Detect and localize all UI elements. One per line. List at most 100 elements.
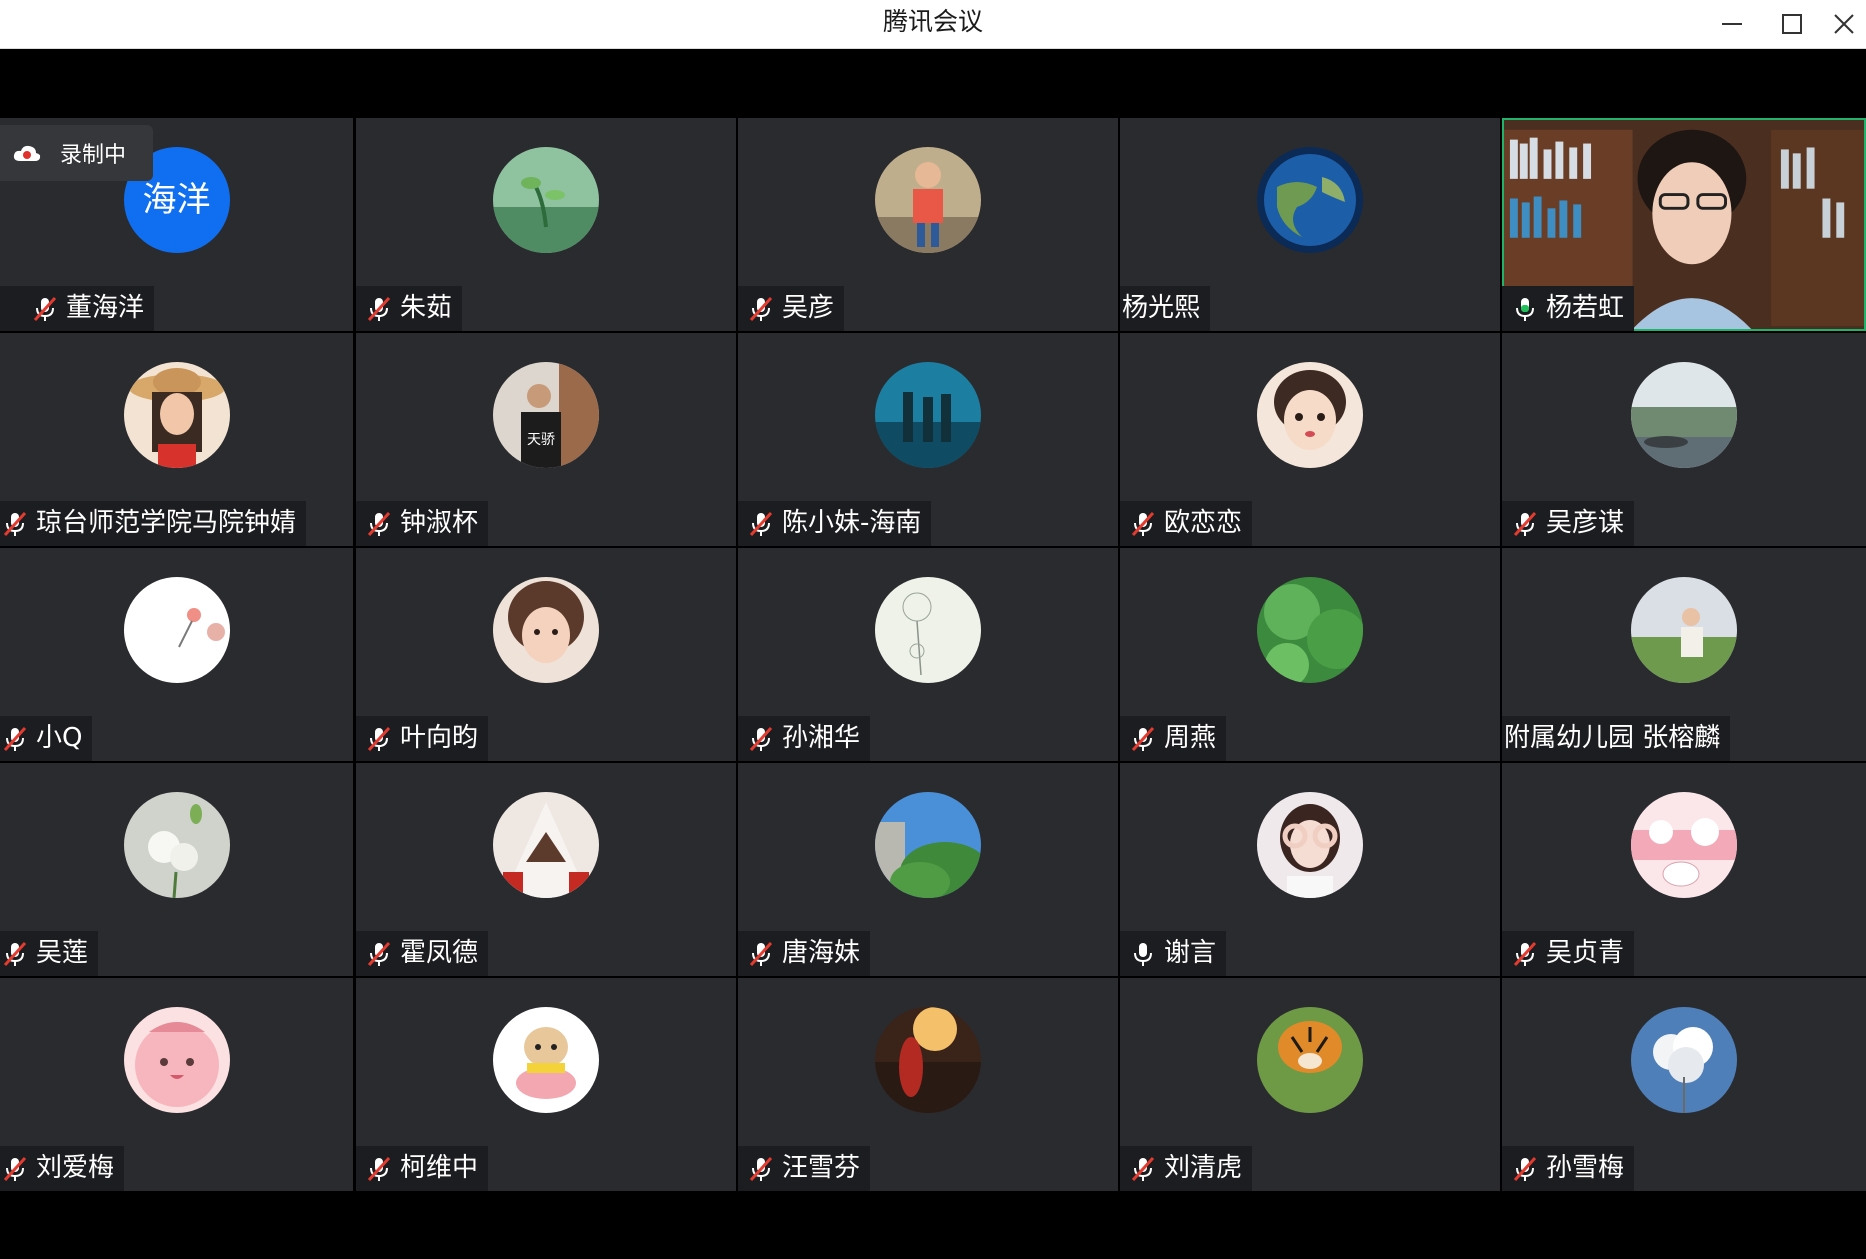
participant-tile[interactable]: 柯维中 (356, 978, 736, 1191)
participant-tile[interactable]: 吴贞青 (1502, 763, 1866, 976)
participant-name-bar: 霍凤德 (356, 931, 489, 976)
mic-status (0, 509, 30, 539)
close-button[interactable] (1822, 6, 1866, 40)
participant-tile[interactable]: 孙雪梅 (1502, 978, 1866, 1191)
mic-status (1128, 939, 1158, 969)
avatar-image (1631, 792, 1737, 898)
mic-muted-icon (1513, 1156, 1537, 1181)
participant-name-bar: 钟淑杯 (356, 501, 489, 546)
avatar (1257, 1007, 1363, 1113)
participant-name-bar: 琼台师范学院马院钟婧 (0, 501, 307, 546)
participant-name-bar: 朱茹 (356, 286, 463, 331)
avatar (493, 147, 599, 253)
avatar (875, 147, 981, 253)
mic-muted-icon (749, 1156, 773, 1181)
mic-muted-icon (3, 941, 27, 966)
recording-indicator[interactable]: 录制中 (0, 125, 153, 181)
participant-name: 陈小妹-海南 (782, 508, 922, 538)
avatar (1257, 362, 1363, 468)
participant-tile[interactable]: 吴彦谋 (1502, 333, 1866, 546)
avatar (123, 792, 230, 898)
mic-status (1128, 509, 1158, 539)
participant-name: 叶向昀 (400, 723, 479, 753)
maximize-button[interactable] (1770, 6, 1814, 40)
participant-tile[interactable]: 霍凤德 (356, 763, 736, 976)
avatar-image (493, 147, 599, 253)
participant-tile[interactable]: 叶向昀 (356, 548, 736, 761)
avatar (123, 362, 230, 468)
participant-tile[interactable]: 吴彦 (738, 118, 1118, 331)
mic-muted-icon (749, 941, 773, 966)
participant-tile[interactable]: 杨若虹 (1502, 118, 1866, 331)
avatar-image (1257, 1007, 1363, 1113)
minimize-button[interactable] (1710, 6, 1754, 40)
mic-active-icon (1516, 297, 1534, 321)
avatar-image (875, 147, 981, 253)
avatar-image (875, 577, 981, 683)
participant-tile[interactable]: 唐海妹 (738, 763, 1118, 976)
participant-name: 朱茹 (400, 293, 453, 323)
participant-name: 琼台师范学院马院钟婧 (36, 508, 297, 538)
mic-muted-icon (1131, 511, 1155, 536)
participant-name-bar: 吴莲 (0, 931, 99, 976)
participant-name: 孙湘华 (782, 723, 861, 753)
mic-muted-icon (3, 1156, 27, 1181)
avatar (1631, 577, 1737, 683)
participant-name: 吴彦谋 (1546, 508, 1625, 538)
participant-tile[interactable]: 周燕 (1120, 548, 1500, 761)
mic-status (746, 294, 776, 324)
mic-status (0, 939, 30, 969)
mic-muted-icon (367, 726, 391, 751)
mic-status (364, 1154, 394, 1184)
participant-name-bar: 欧恋恋 (1120, 501, 1253, 546)
participant-name: 唐海妹 (782, 938, 861, 968)
participant-name-bar: 杨光熙 (1120, 286, 1211, 331)
participant-tile[interactable]: 欧恋恋 (1120, 333, 1500, 546)
participant-name: 霍凤德 (400, 938, 479, 968)
participant-name-bar: 刘爱梅 (0, 1146, 125, 1191)
mic-muted-icon (367, 296, 391, 321)
mic-status (746, 509, 776, 539)
participant-name: 杨若虹 (1546, 293, 1625, 323)
participant-tile[interactable]: 陈小妹-海南 (738, 333, 1118, 546)
avatar-image (493, 792, 599, 898)
participant-name: 孙雪梅 (1546, 1153, 1625, 1183)
participant-name-bar: 刘清虎 (1120, 1146, 1253, 1191)
avatar (493, 792, 599, 898)
participant-tile[interactable]: 琼台师范学院马院钟婧 (0, 333, 353, 546)
avatar (875, 362, 981, 468)
participant-tile[interactable]: 孙湘华 (738, 548, 1118, 761)
avatar (1631, 1007, 1737, 1113)
window-title: 腾讯会议 (882, 7, 983, 36)
participant-tile[interactable]: 杨光熙 (1120, 118, 1500, 331)
avatar-image (493, 1007, 599, 1113)
participant-name: 汪雪芬 (782, 1153, 861, 1183)
mic-status (746, 1154, 776, 1184)
mic-status (364, 294, 394, 324)
participant-tile[interactable]: 附属幼儿园 张榕麟 (1502, 548, 1866, 761)
participant-tile[interactable]: 汪雪芬 (738, 978, 1118, 1191)
avatar (1631, 792, 1737, 898)
participant-name-bar: 孙雪梅 (1502, 1146, 1635, 1191)
participant-tile[interactable]: 朱茹 (356, 118, 736, 331)
avatar (1631, 362, 1737, 468)
participant-tile[interactable]: 小Q (0, 548, 353, 761)
avatar-image (875, 1007, 981, 1113)
participant-tile[interactable]: 刘清虎 (1120, 978, 1500, 1191)
participant-tile[interactable]: 吴莲 (0, 763, 353, 976)
mic-status (0, 1154, 30, 1184)
participant-tile[interactable]: 天骄 钟淑杯 (356, 333, 736, 546)
participant-tile[interactable]: 刘爱梅 (0, 978, 353, 1191)
mic-muted-icon (3, 726, 27, 751)
participant-name: 吴莲 (36, 938, 89, 968)
mic-muted-icon (33, 296, 57, 321)
avatar-image (1631, 577, 1737, 683)
participant-tile[interactable]: 谢言 (1120, 763, 1500, 976)
participant-name-bar: 吴贞青 (1502, 931, 1635, 976)
mic-muted-icon (367, 1156, 391, 1181)
avatar-image: 天骄 (493, 362, 599, 468)
avatar-image (875, 792, 981, 898)
mic-status (1510, 294, 1540, 324)
avatar-image (1631, 1007, 1737, 1113)
avatar (875, 577, 981, 683)
